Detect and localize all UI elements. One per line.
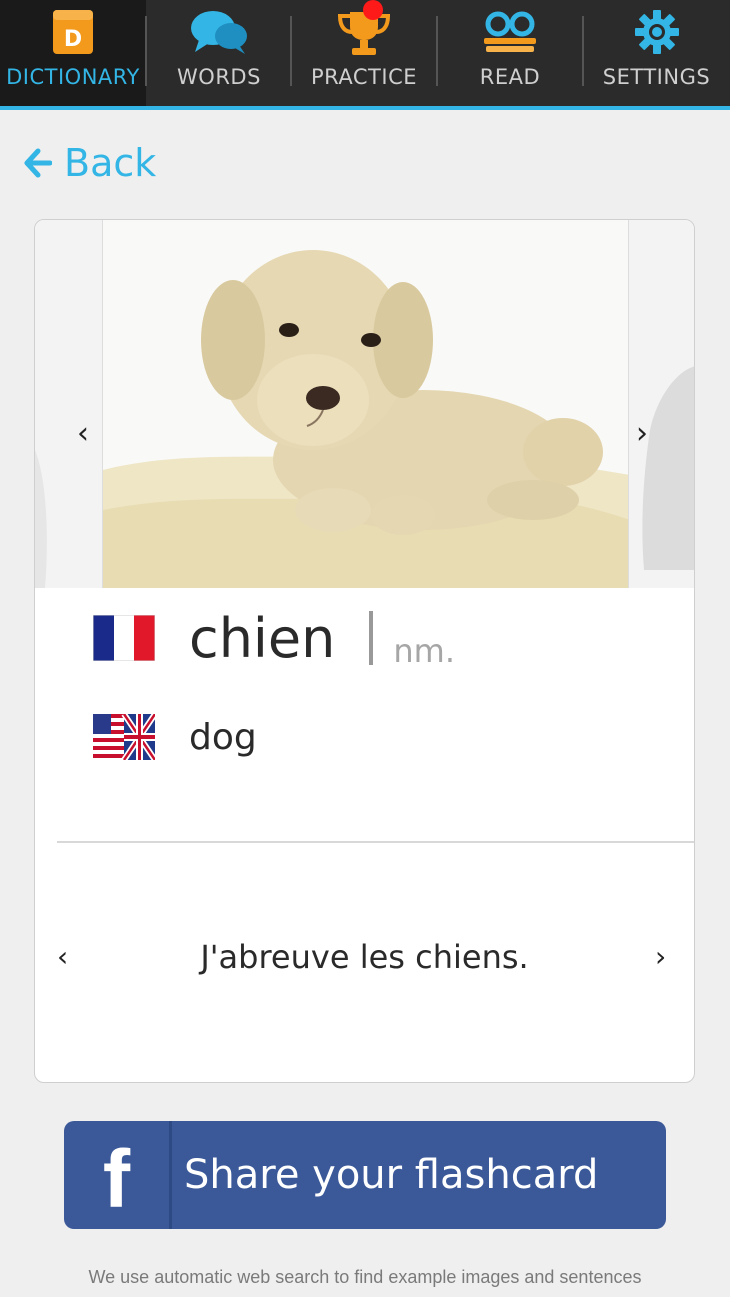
tab-label: SETTINGS xyxy=(602,65,711,89)
example-sentence: J'abreuve les chiens. xyxy=(200,938,529,976)
sentence-prev-arrow[interactable]: ‹ xyxy=(57,940,68,973)
france-flag-icon xyxy=(93,615,155,661)
translation-word: dog xyxy=(189,716,257,758)
tab-words[interactable]: WORDS xyxy=(146,0,292,106)
speech-bubbles-icon xyxy=(191,11,247,54)
sentence-next-arrow[interactable]: › xyxy=(655,940,666,973)
tab-read[interactable]: READ xyxy=(437,0,583,106)
flashcard: ‹ › chien nm. dog ‹ J'abreuve les chiens… xyxy=(34,219,695,1083)
tab-settings[interactable]: SETTINGS xyxy=(583,0,730,106)
facebook-icon: f xyxy=(64,1121,172,1229)
tab-label: DICTIONARY xyxy=(6,65,140,89)
back-arrow-icon xyxy=(24,148,52,178)
back-label: Back xyxy=(64,141,157,185)
tab-practice[interactable]: PRACTICE xyxy=(291,0,437,106)
tab-label: READ xyxy=(479,65,541,89)
share-flashcard-button[interactable]: f Share your flashcard xyxy=(64,1121,666,1229)
top-navigation: D DICTIONARY WORDS PRACTICE READ SETTING… xyxy=(0,0,730,110)
share-label: Share your flashcard xyxy=(184,1152,599,1198)
next-image-peek xyxy=(642,366,694,570)
translation-row: dog xyxy=(93,712,257,762)
tab-label: PRACTICE xyxy=(310,65,418,89)
reading-glasses-icon xyxy=(484,11,536,52)
tab-dictionary[interactable]: D DICTIONARY xyxy=(0,0,146,106)
image-prev-arrow[interactable]: ‹ xyxy=(77,416,89,451)
foreign-word: chien xyxy=(189,606,336,670)
back-button[interactable]: Back xyxy=(24,138,156,188)
footnote-text: We use automatic web search to find exam… xyxy=(88,1267,642,1287)
previous-image-peek xyxy=(35,450,47,588)
svg-text:D: D xyxy=(64,27,82,52)
foreign-word-row: chien nm. xyxy=(93,603,455,673)
part-of-speech: nm. xyxy=(393,632,455,670)
active-tab-underline xyxy=(0,106,730,110)
word-image xyxy=(102,220,629,588)
image-next-arrow[interactable]: › xyxy=(636,416,648,451)
pos-divider xyxy=(369,611,374,665)
notification-badge xyxy=(363,0,383,20)
gear-icon xyxy=(634,10,679,54)
us-uk-flag-icon xyxy=(93,714,155,760)
dictionary-book-icon: D xyxy=(53,10,93,54)
card-divider xyxy=(57,841,694,843)
tab-label: WORDS xyxy=(177,65,261,89)
image-carousel: ‹ › xyxy=(35,220,694,588)
